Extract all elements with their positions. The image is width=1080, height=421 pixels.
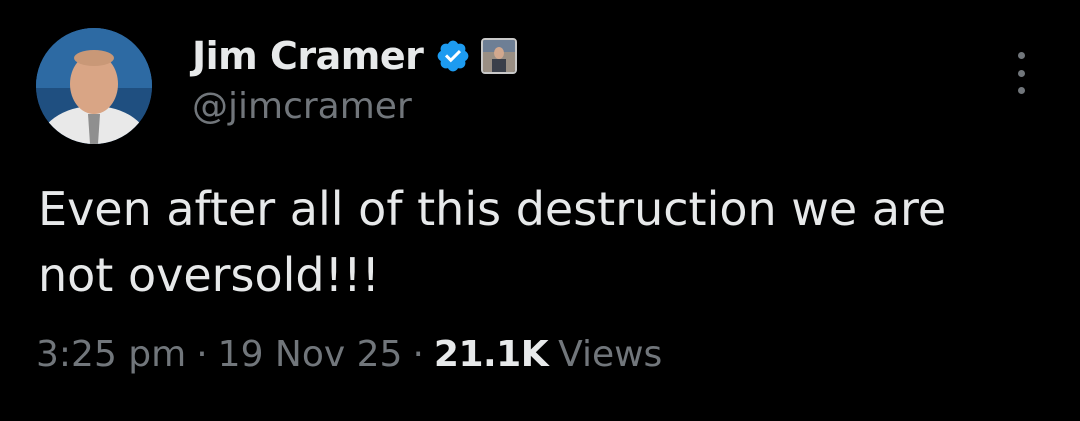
profile-photo-icon [36, 28, 152, 144]
more-options-dot [1017, 52, 1025, 59]
tweet-text: Even after all of this destruction we ar… [38, 182, 947, 302]
author-name-row: Jim Cramer [192, 32, 518, 80]
more-options-icon[interactable] [1004, 52, 1038, 94]
views-label: Views [558, 334, 663, 375]
tweet-metadata: 3:25 pm · 19 Nov 25 · 21.1K Views [36, 334, 662, 375]
more-options-dot [1017, 87, 1025, 94]
tweet-time[interactable]: 3:25 pm [36, 334, 186, 375]
more-options-dot [1017, 69, 1025, 77]
verified-badge-icon[interactable] [435, 38, 471, 74]
views-count[interactable]: 21.1K [434, 334, 549, 375]
separator-dot: · [412, 334, 424, 375]
author-handle[interactable]: @jimcramer [192, 86, 412, 127]
affiliate-badge-icon[interactable] [481, 38, 518, 74]
separator-dot: · [196, 334, 208, 375]
author-avatar[interactable] [36, 28, 152, 144]
tweet-date[interactable]: 19 Nov 25 [218, 334, 403, 375]
author-display-name[interactable]: Jim Cramer [192, 34, 424, 78]
